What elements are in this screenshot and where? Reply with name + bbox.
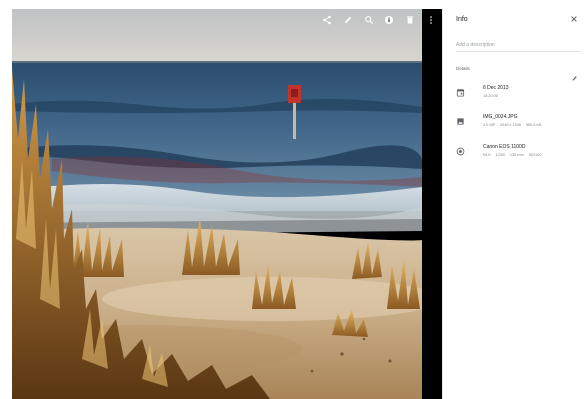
calendar-icon xyxy=(456,88,465,97)
date-value: 6 Dec 2013 xyxy=(483,85,509,91)
info-header: Info xyxy=(443,9,587,31)
info-button[interactable] xyxy=(382,12,397,28)
file-resolution: 2048 x 1536 xyxy=(500,123,521,127)
camera-aperture: f/5.6 xyxy=(483,153,491,157)
camera-shutter: 1/250 xyxy=(495,153,505,157)
info-icon xyxy=(385,16,394,24)
edit-details-button[interactable] xyxy=(569,73,579,83)
share-button[interactable] xyxy=(320,12,335,28)
zoom-icon xyxy=(364,16,373,25)
photo-app: Info Details xyxy=(0,0,587,399)
detail-camera: Canon EOS 1100D f/5.6 1/250 135 mm ISO10… xyxy=(443,144,587,168)
detail-file: IMG_0024.JPG 3.0 MP 2048 x 1536 590.6 KB xyxy=(443,114,587,138)
file-size: 590.6 KB xyxy=(525,123,542,127)
camera-iso: ISO100 xyxy=(528,153,542,157)
camera-focal-length: 135 mm xyxy=(509,153,524,157)
more-options-button[interactable] xyxy=(423,12,438,28)
camera-model: Canon EOS 1100D xyxy=(483,144,526,150)
aperture-icon xyxy=(456,147,465,156)
share-icon xyxy=(323,15,332,25)
delete-button[interactable] xyxy=(403,12,418,28)
description-input[interactable] xyxy=(456,39,581,52)
camera-secondary: f/5.6 1/250 135 mm ISO100 xyxy=(483,153,542,157)
edit-button[interactable] xyxy=(341,12,356,28)
image-icon xyxy=(456,117,465,126)
edit-icon xyxy=(344,16,352,23)
date-secondary: 15:20:06 xyxy=(483,94,498,98)
file-name: IMG_0024.JPG xyxy=(483,114,518,120)
close-icon xyxy=(571,16,577,22)
photo-viewer xyxy=(12,9,442,399)
details-label: Details xyxy=(456,66,470,71)
info-title: Info xyxy=(456,16,468,23)
detail-date: 6 Dec 2013 15:20:06 xyxy=(443,85,587,109)
delete-icon xyxy=(406,16,413,24)
close-info-button[interactable] xyxy=(569,14,579,24)
beach-photo xyxy=(12,9,422,399)
viewer-toolbar xyxy=(320,9,442,31)
zoom-button[interactable] xyxy=(361,12,376,28)
edit-icon xyxy=(571,75,577,81)
file-megapixels: 3.0 MP xyxy=(483,123,496,127)
info-panel: Info Details xyxy=(442,9,587,399)
file-secondary: 3.0 MP 2048 x 1536 590.6 KB xyxy=(483,123,542,127)
time-value: 15:20:06 xyxy=(483,94,498,98)
more-icon xyxy=(429,16,432,24)
